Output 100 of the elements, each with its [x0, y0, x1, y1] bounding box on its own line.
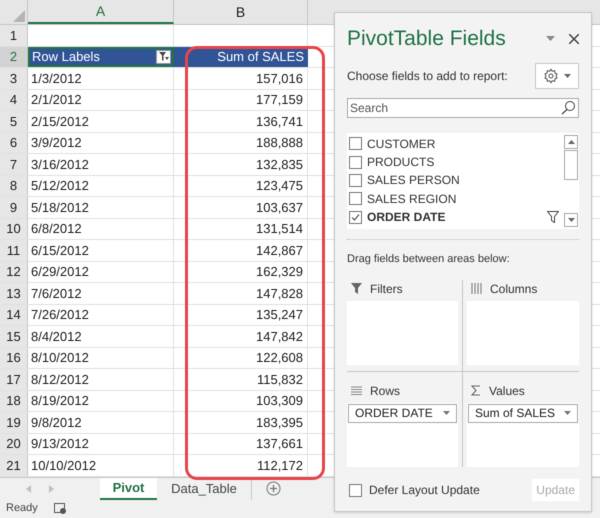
date-cell: 5/18/2012 — [28, 197, 174, 218]
row-number[interactable]: 12 — [0, 262, 28, 282]
sales-cell: 122,608 — [174, 348, 308, 368]
date-cell: 6/8/2012 — [28, 218, 174, 239]
area-field-button[interactable]: ORDER DATE — [348, 404, 457, 422]
row-number[interactable]: 5 — [0, 111, 28, 132]
search-input[interactable]: Search — [350, 98, 550, 116]
date-cell: 8/19/2012 — [28, 390, 174, 411]
defer-label[interactable]: Defer Layout Update — [369, 481, 480, 499]
sales-cell: 136,741 — [174, 111, 308, 132]
columns-icon — [471, 283, 482, 294]
column-header[interactable]: A — [28, 0, 174, 24]
scroll-down-icon[interactable] — [568, 218, 574, 222]
sales-cell: 177,159 — [174, 90, 308, 110]
date-cell: 8/10/2012 — [28, 348, 174, 368]
defer-checkbox[interactable] — [349, 484, 362, 496]
scrollbar[interactable] — [563, 132, 579, 228]
row-number[interactable]: 14 — [0, 304, 28, 325]
column-header[interactable]: B — [174, 0, 308, 24]
sales-cell: 183,395 — [174, 412, 308, 432]
date-cell: 8/12/2012 — [28, 369, 174, 390]
sales-cell: 135,247 — [174, 304, 308, 325]
field-label[interactable]: SALES PERSON — [367, 171, 460, 190]
date-cell: 1/3/2012 — [28, 68, 174, 88]
status-text: Ready — [6, 501, 38, 516]
date-cell: 2/1/2012 — [28, 90, 174, 110]
field-label[interactable]: PRODUCTS — [367, 153, 434, 172]
filter-dropdown-button[interactable] — [156, 50, 171, 64]
filter-icon — [351, 283, 362, 294]
drop-area[interactable]: ORDER DATE — [347, 402, 458, 466]
sales-cell: 112,172 — [174, 455, 308, 476]
row-number[interactable]: 21 — [0, 455, 28, 476]
sheet-tab[interactable]: Pivot — [100, 478, 157, 500]
search-icon[interactable] — [561, 100, 576, 115]
date-cell: 7/6/2012 — [28, 283, 174, 304]
row-number[interactable]: 4 — [0, 90, 28, 110]
drop-area[interactable]: Sum of SALES — [467, 402, 579, 466]
row-number[interactable]: 3 — [0, 68, 28, 88]
row-number[interactable]: 19 — [0, 412, 28, 432]
field-checkbox[interactable] — [349, 192, 362, 206]
date-cell: 3/9/2012 — [28, 132, 174, 153]
sales-cell: 157,016 — [174, 68, 308, 88]
field-label[interactable]: ORDER DATE — [367, 208, 446, 226]
sales-cell: 147,842 — [174, 326, 308, 346]
date-cell: 10/10/2012 — [28, 455, 174, 476]
row-number[interactable]: 15 — [0, 326, 28, 346]
search-field[interactable]: Search — [347, 98, 579, 118]
row-number[interactable]: 2 — [0, 46, 28, 67]
row-number[interactable]: 6 — [0, 132, 28, 153]
sales-cell: 103,637 — [174, 197, 308, 218]
row-number[interactable]: 9 — [0, 197, 28, 218]
caret-icon — [443, 411, 450, 415]
sales-cell: 123,475 — [174, 176, 308, 196]
row-number[interactable]: 10 — [0, 218, 28, 239]
row-number[interactable]: 8 — [0, 176, 28, 196]
row-number[interactable]: 1 — [0, 25, 28, 46]
caret-icon — [564, 411, 571, 415]
field-label[interactable]: SALES REGION — [367, 190, 456, 208]
caret-icon[interactable] — [546, 36, 555, 42]
row-number[interactable]: 13 — [0, 283, 28, 304]
row-number[interactable]: 11 — [0, 240, 28, 260]
date-cell: 9/13/2012 — [28, 434, 174, 454]
gear-icon — [543, 68, 559, 84]
sigma-icon — [471, 385, 481, 396]
field-checkbox[interactable] — [349, 156, 362, 169]
area-label: Columns — [490, 280, 538, 298]
area-label: Filters — [370, 280, 403, 298]
sales-cell: 162,329 — [174, 262, 308, 282]
row-number[interactable]: 16 — [0, 348, 28, 368]
sales-cell: 137,661 — [174, 434, 308, 454]
field-checkbox[interactable] — [349, 174, 362, 187]
filter-icon[interactable] — [547, 211, 559, 224]
row-number[interactable]: 7 — [0, 154, 28, 174]
date-cell: 6/29/2012 — [28, 262, 174, 282]
sales-cell: 131,514 — [174, 218, 308, 239]
row-number[interactable]: 20 — [0, 434, 28, 454]
row-number[interactable]: 17 — [0, 369, 28, 390]
settings-button[interactable] — [535, 62, 579, 88]
row-number[interactable]: 18 — [0, 390, 28, 411]
sales-cell: 132,835 — [174, 154, 308, 174]
field-label[interactable]: CUSTOMER — [367, 134, 436, 153]
add-sheet-icon[interactable] — [266, 481, 281, 496]
panel-subtitle: Choose fields to add to report: — [347, 68, 508, 84]
scroll-up-icon[interactable] — [568, 140, 574, 144]
sales-cell: 142,867 — [174, 240, 308, 260]
macro-record-icon[interactable] — [54, 502, 67, 514]
date-cell: 2/15/2012 — [28, 111, 174, 132]
area-label: Rows — [370, 382, 400, 400]
pivot-header-cell[interactable]: Row Labels — [28, 46, 174, 67]
caret-icon — [564, 74, 571, 78]
date-cell: 6/15/2012 — [28, 240, 174, 260]
rows-icon — [351, 386, 362, 395]
sales-cell: 188,888 — [174, 132, 308, 153]
area-field-button[interactable]: Sum of SALES — [468, 404, 578, 422]
field-checkbox[interactable] — [349, 210, 362, 224]
date-cell: 9/8/2012 — [28, 412, 174, 432]
panel-title: PivotTable Fields — [347, 26, 506, 52]
field-checkbox[interactable] — [349, 137, 362, 150]
close-icon[interactable] — [569, 34, 579, 44]
date-cell: 8/4/2012 — [28, 326, 174, 346]
